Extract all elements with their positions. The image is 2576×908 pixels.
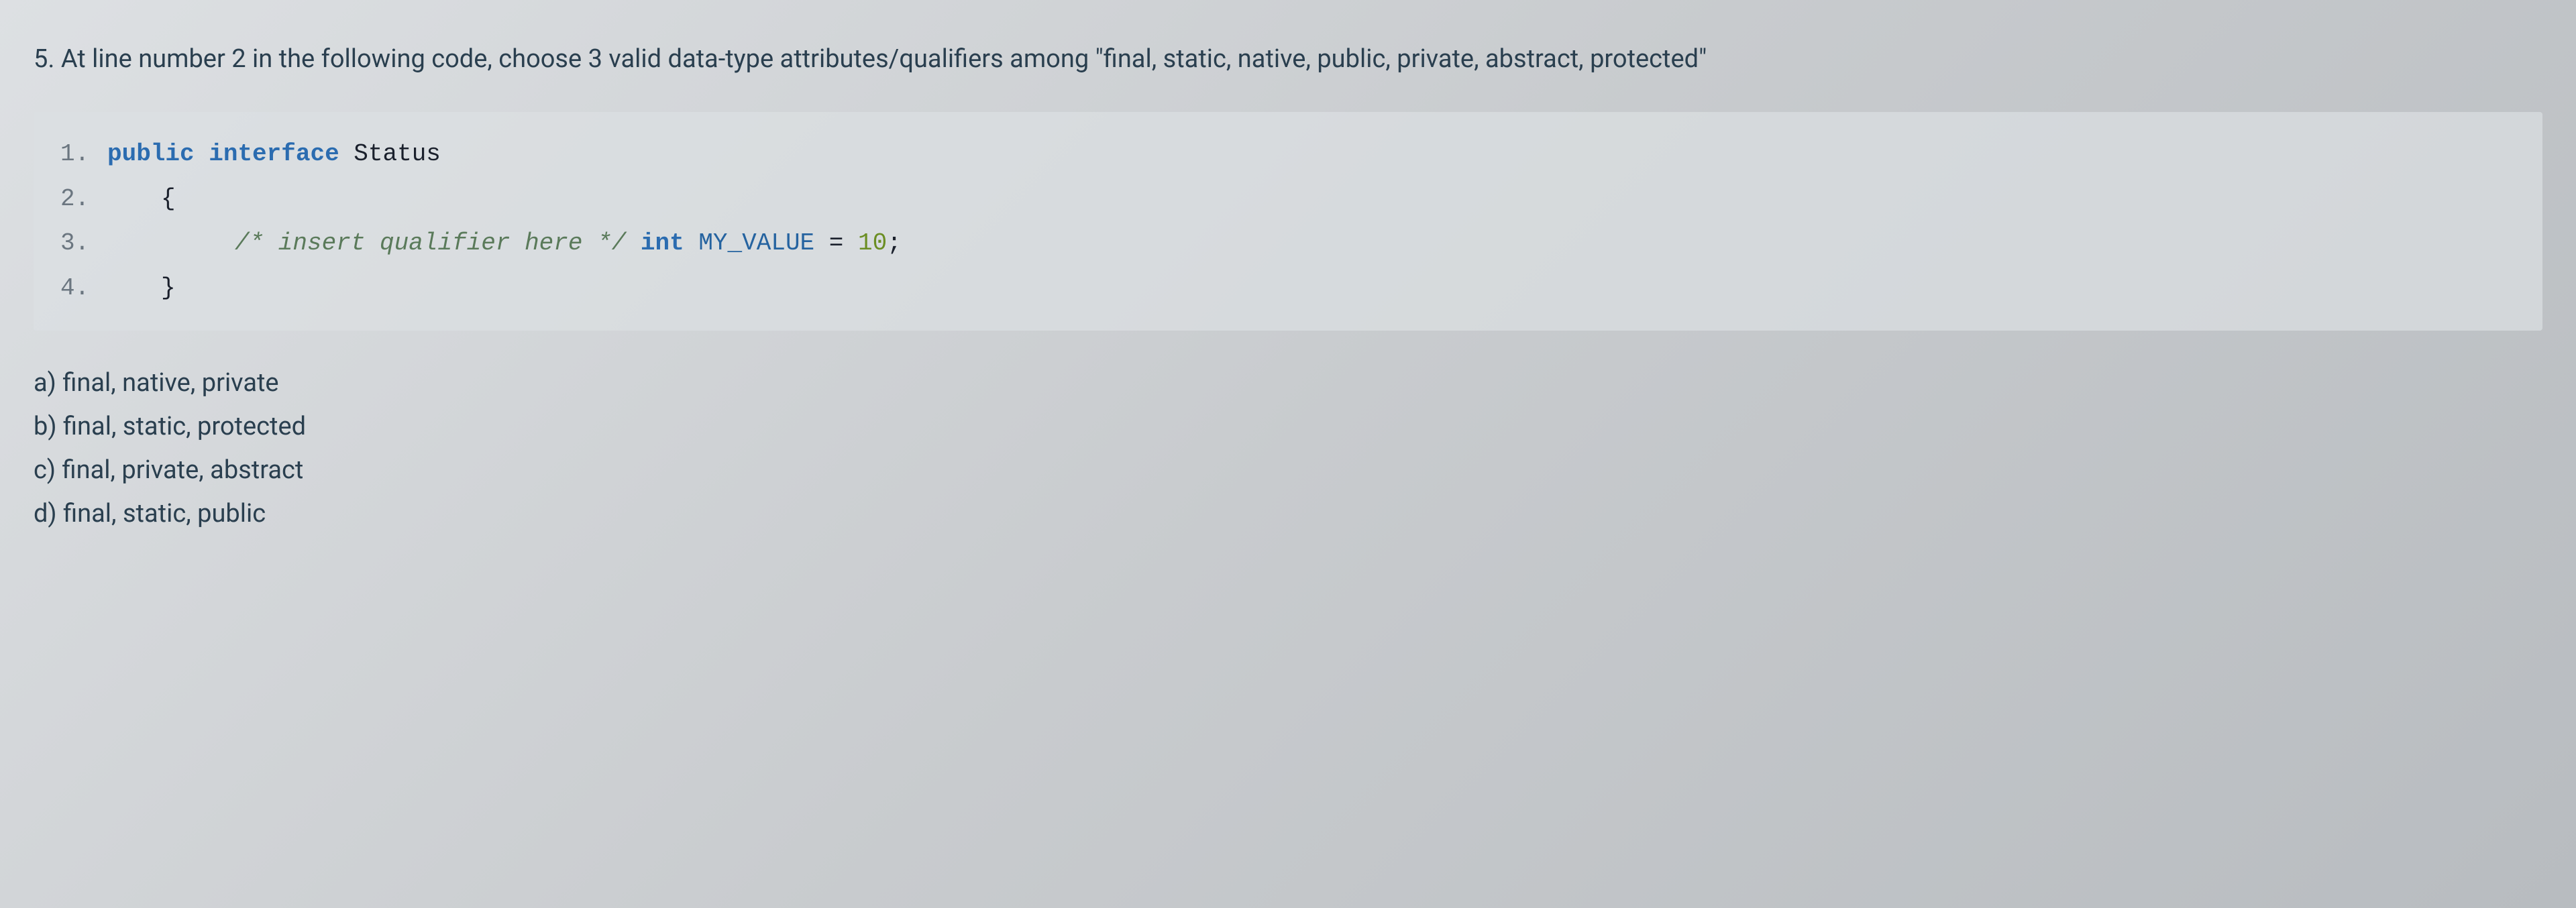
line-number: 2. xyxy=(60,177,107,222)
code-line-4: 4. } xyxy=(60,266,2516,311)
question-number: 5. xyxy=(34,44,54,74)
line-number: 3. xyxy=(60,221,107,266)
code-line-2: 2. { xyxy=(60,177,2516,222)
question-body: At line number 2 in the following code, … xyxy=(61,44,1707,74)
comment: /* insert qualifier here */ xyxy=(235,229,626,257)
keyword-interface: interface xyxy=(209,140,339,168)
line-number: 4. xyxy=(60,266,107,311)
option-a: a) final, native, private xyxy=(34,364,2542,402)
line-number: 1. xyxy=(60,132,107,177)
option-b: b) final, static, protected xyxy=(34,408,2542,446)
code-content: /* insert qualifier here */ int MY_VALUE… xyxy=(107,221,902,266)
answer-options: a) final, native, private b) final, stat… xyxy=(34,364,2542,533)
code-content: { xyxy=(107,177,176,222)
code-line-3: 3. /* insert qualifier here */ int MY_VA… xyxy=(60,221,2516,266)
open-brace: { xyxy=(161,185,176,213)
option-d: d) final, static, public xyxy=(34,495,2542,533)
variable-name: MY_VALUE xyxy=(698,229,814,257)
option-c: c) final, private, abstract xyxy=(34,451,2542,490)
close-brace: } xyxy=(161,274,176,302)
code-line-1: 1. public interface Status xyxy=(60,132,2516,177)
question-text: 5. At line number 2 in the following cod… xyxy=(34,40,2542,78)
equals-sign: = xyxy=(829,229,844,257)
code-block: 1. public interface Status 2. { 3. /* in… xyxy=(34,112,2542,331)
keyword-int: int xyxy=(641,229,684,257)
semicolon: ; xyxy=(887,229,902,257)
number-literal: 10 xyxy=(858,229,887,257)
code-content: } xyxy=(107,266,176,311)
keyword-public: public xyxy=(107,140,195,168)
class-name: Status xyxy=(354,140,441,168)
code-content: public interface Status xyxy=(107,132,441,177)
